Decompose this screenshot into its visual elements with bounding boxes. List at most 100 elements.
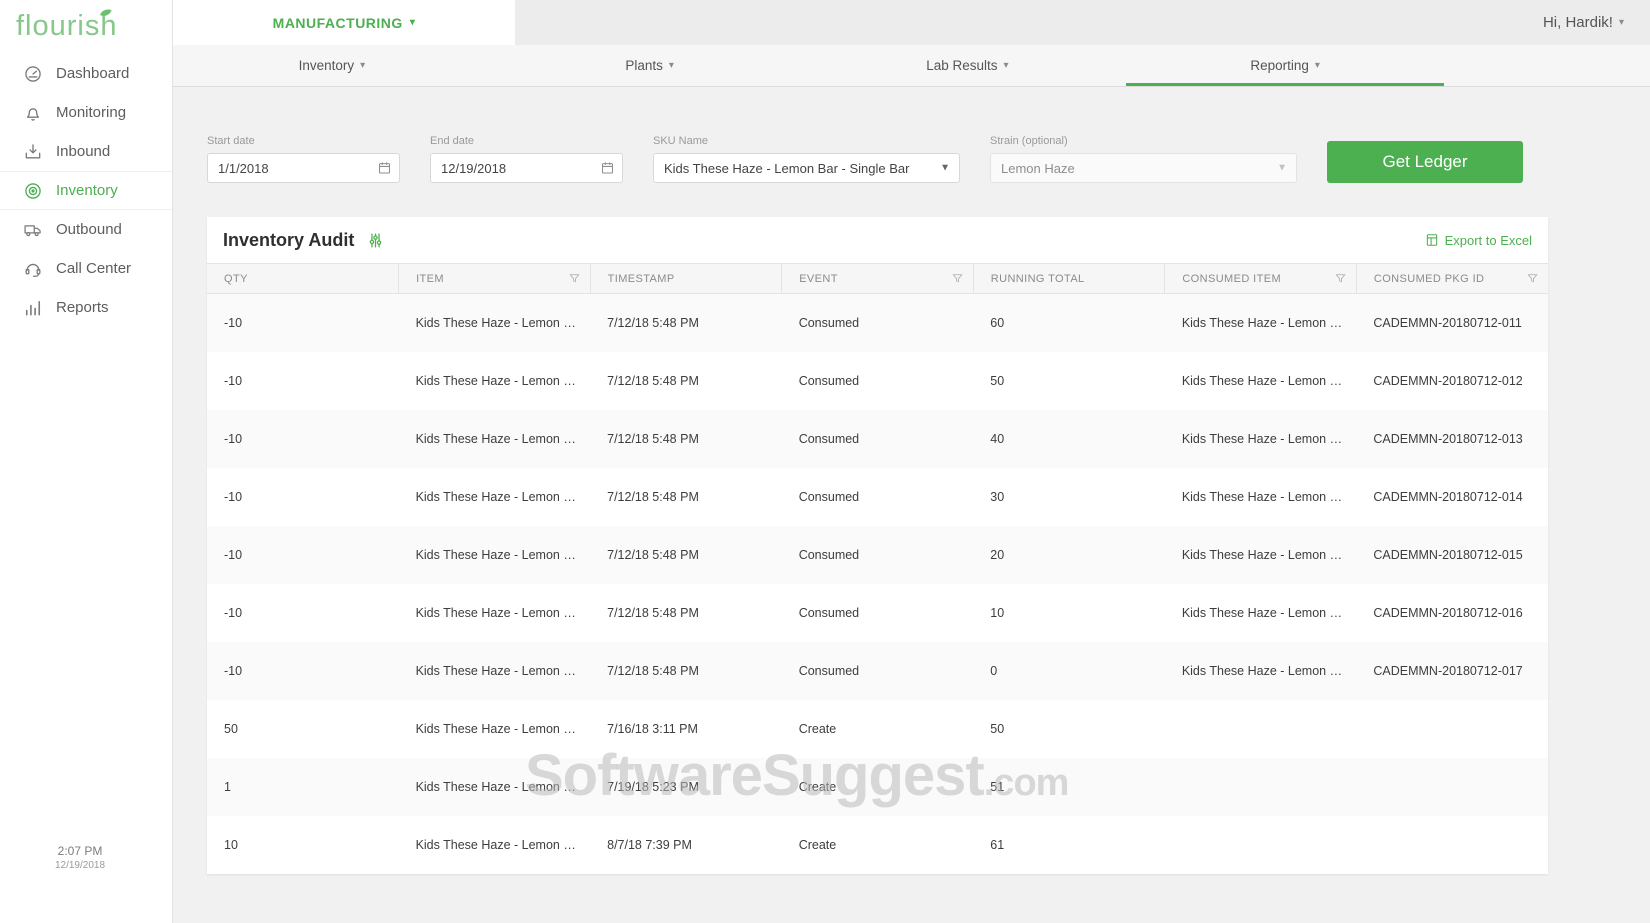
table-cell: 50	[973, 352, 1165, 410]
user-greeting: Hi, Hardik!	[1543, 14, 1613, 31]
column-label: CONSUMED PKG ID	[1374, 273, 1485, 285]
table-cell: 10	[973, 584, 1165, 642]
column-header-item[interactable]: ITEM	[399, 264, 591, 294]
sidebar-item-label: Monitoring	[56, 104, 126, 121]
audit-table: QTYITEMTIMESTAMPEVENTRUNNING TOTALCONSUM…	[207, 263, 1548, 874]
table-cell: 7/12/18 5:48 PM	[590, 294, 782, 352]
table-cell: 10	[207, 816, 399, 874]
table-cell: 40	[973, 410, 1165, 468]
table-row: 50Kids These Haze - Lemon Bar7/16/18 3:1…	[207, 700, 1548, 758]
export-to-excel-link[interactable]: Export to Excel	[1425, 233, 1532, 248]
inventory-audit-card: Inventory Audit Export to Excel QTYITEMT…	[207, 217, 1548, 874]
sidebar-item-reports[interactable]: Reports	[0, 288, 172, 327]
sidebar-item-inbound[interactable]: Inbound	[0, 132, 172, 171]
table-cell: CADEMMN-20180712-017	[1356, 642, 1548, 700]
table-cell: CADEMMN-20180712-014	[1356, 468, 1548, 526]
inbound-icon	[23, 142, 43, 162]
table-cell: Consumed	[782, 642, 974, 700]
strain-select[interactable]: Lemon Haze	[990, 153, 1297, 183]
sidebar-item-inventory[interactable]: Inventory	[0, 171, 172, 210]
table-cell	[1165, 700, 1357, 758]
chevron-down-icon: ▾	[1619, 17, 1624, 28]
filter-funnel-icon[interactable]	[951, 272, 964, 285]
sidebar-item-label: Dashboard	[56, 65, 129, 82]
end-date-input[interactable]	[430, 153, 623, 183]
table-cell: 7/12/18 5:48 PM	[590, 468, 782, 526]
tab-lab-results[interactable]: Lab Results▾	[809, 45, 1127, 86]
table-cell: 8/7/18 7:39 PM	[590, 816, 782, 874]
table-cell: Kids These Haze - Lemon Bar	[1165, 352, 1357, 410]
start-date-label: Start date	[207, 135, 400, 147]
sidebar-nav: Dashboard Monitoring Inbound Inventory Outbo…	[0, 54, 172, 327]
table-row: 1Kids These Haze - Lemon Bar7/19/18 5:23…	[207, 758, 1548, 816]
sidebar-item-monitoring[interactable]: Monitoring	[0, 93, 172, 132]
dashboard-icon	[23, 64, 43, 84]
sidebar-item-label: Inventory	[56, 182, 118, 199]
main-area: MANUFACTURING ▾ Hi, Hardik! ▾ Inventory ▾…	[173, 0, 1650, 923]
get-ledger-button[interactable]: Get Ledger	[1327, 141, 1523, 183]
table-cell: Consumed	[782, 294, 974, 352]
table-body: -10Kids These Haze - Lemon Bar7/12/18 5:…	[207, 294, 1548, 874]
column-header-event[interactable]: EVENT	[782, 264, 974, 294]
excel-export-icon	[1425, 233, 1439, 247]
module-selector[interactable]: MANUFACTURING ▾	[173, 0, 515, 45]
column-label: CONSUMED ITEM	[1182, 273, 1281, 285]
clock-time: 2:07 PM	[0, 844, 160, 858]
strain-label: Strain (optional)	[990, 135, 1297, 147]
chevron-down-icon: ▾	[410, 17, 416, 28]
export-label: Export to Excel	[1445, 233, 1532, 248]
table-cell: Kids These Haze - Lemon Bar	[1165, 294, 1357, 352]
table-cell: -10	[207, 410, 399, 468]
column-header-qty: QTY	[207, 264, 399, 294]
sidebar-item-dashboard[interactable]: Dashboard	[0, 54, 172, 93]
table-cell: Consumed	[782, 468, 974, 526]
sidebar-item-outbound[interactable]: Outbound	[0, 210, 172, 249]
column-label: EVENT	[799, 273, 838, 285]
tab-label: Inventory	[299, 58, 355, 73]
table-cell: 7/12/18 5:48 PM	[590, 526, 782, 584]
sku-field: SKU Name Kids These Haze - Lemon Bar - S…	[653, 135, 960, 183]
filter-funnel-icon[interactable]	[1334, 272, 1347, 285]
table-cell: Kids These Haze - Lemon Bar	[1165, 642, 1357, 700]
headset-icon	[23, 259, 43, 279]
sidebar-item-call-center[interactable]: Call Center	[0, 249, 172, 288]
table-row: -10Kids These Haze - Lemon Bar7/12/18 5:…	[207, 294, 1548, 352]
user-menu[interactable]: Hi, Hardik! ▾	[1543, 14, 1650, 31]
table-cell	[1356, 816, 1548, 874]
start-date-field: Start date	[207, 135, 400, 183]
bell-icon	[23, 103, 43, 123]
table-header-row: QTYITEMTIMESTAMPEVENTRUNNING TOTALCONSUM…	[207, 264, 1548, 294]
sku-select[interactable]: Kids These Haze - Lemon Bar - Single Bar	[653, 153, 960, 183]
tab-reporting[interactable]: Reporting▾	[1126, 45, 1444, 86]
column-label: QTY	[224, 273, 248, 285]
sliders-icon[interactable]	[367, 232, 384, 249]
column-header-consumed-item[interactable]: CONSUMED ITEM	[1165, 264, 1357, 294]
flourish-logo[interactable]: flourish	[0, 0, 172, 52]
table-cell: CADEMMN-20180712-011	[1356, 294, 1548, 352]
subnav: Inventory ▾ Plants▾Lab Results▾Reporting▾	[173, 45, 1650, 87]
table-cell: Kids These Haze - Lemon Bar	[399, 816, 591, 874]
table-cell	[1165, 816, 1357, 874]
table-cell: Kids These Haze - Lemon Bar	[399, 352, 591, 410]
card-header: Inventory Audit Export to Excel	[207, 217, 1548, 263]
table-cell: -10	[207, 468, 399, 526]
filter-funnel-icon[interactable]	[568, 272, 581, 285]
tab-inventory[interactable]: Inventory ▾	[173, 45, 491, 86]
sidebar-item-label: Inbound	[56, 143, 110, 160]
truck-icon	[23, 220, 43, 240]
table-cell: Create	[782, 758, 974, 816]
column-header-consumed-pkg-id[interactable]: CONSUMED PKG ID	[1356, 264, 1548, 294]
table-cell: 0	[973, 642, 1165, 700]
table-row: -10Kids These Haze - Lemon Bar7/12/18 5:…	[207, 584, 1548, 642]
chevron-down-icon: ▾	[360, 60, 365, 71]
table-cell: Create	[782, 700, 974, 758]
sidebar: flourish Dashboard Monitoring Inbound Inven…	[0, 0, 173, 923]
table-cell	[1165, 758, 1357, 816]
table-cell: -10	[207, 642, 399, 700]
table-cell: -10	[207, 352, 399, 410]
start-date-input[interactable]	[207, 153, 400, 183]
tab-plants[interactable]: Plants▾	[491, 45, 809, 86]
end-date-field: End date	[430, 135, 623, 183]
column-header-running-total: RUNNING TOTAL	[973, 264, 1165, 294]
filter-funnel-icon[interactable]	[1526, 272, 1539, 285]
